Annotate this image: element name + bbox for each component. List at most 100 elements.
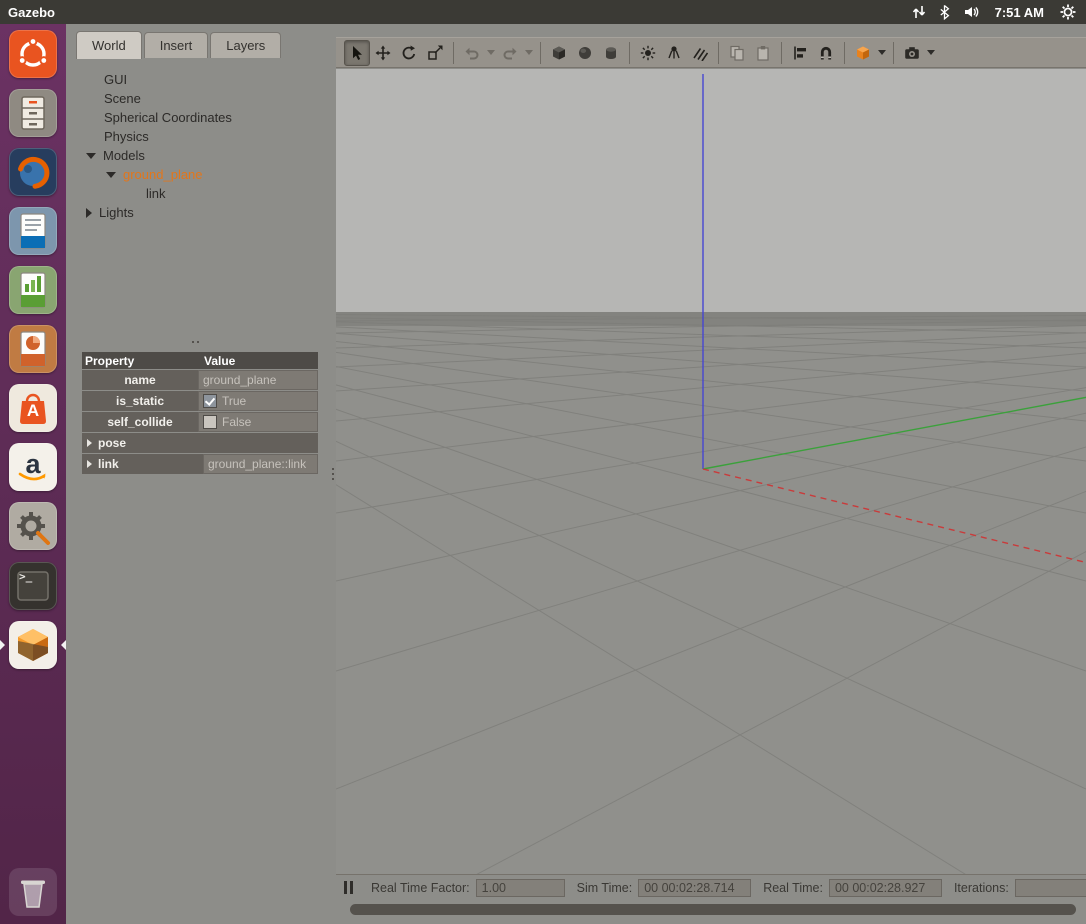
- expander-right-icon[interactable]: [87, 460, 92, 468]
- firefox-icon[interactable]: [9, 148, 57, 196]
- files-icon[interactable]: [9, 89, 57, 137]
- libreoffice-calc-icon[interactable]: [9, 266, 57, 314]
- value-text: False: [222, 415, 252, 429]
- horizontal-scrollbar[interactable]: [350, 904, 1080, 915]
- tab-layers[interactable]: Layers: [210, 32, 282, 58]
- spot-light-icon: [668, 45, 680, 58]
- terminal-icon[interactable]: >_: [9, 562, 57, 610]
- scale-tool-button[interactable]: [422, 40, 448, 66]
- session-gear-icon[interactable]: [1060, 4, 1076, 20]
- snap-magnet-icon: [820, 46, 832, 59]
- amazon-smile-icon: [18, 472, 46, 481]
- property-key: self_collide: [82, 412, 198, 432]
- network-updown-icon[interactable]: [911, 4, 927, 20]
- screenshot-caret[interactable]: [925, 40, 937, 66]
- property-group-pose[interactable]: pose: [82, 433, 318, 453]
- terminal-prompt: >_: [19, 570, 33, 583]
- libreoffice-writer-icon[interactable]: [9, 207, 57, 255]
- point-light-button[interactable]: [635, 40, 661, 66]
- gazebo-icon[interactable]: [9, 621, 57, 669]
- tree-item-physics[interactable]: Physics: [66, 127, 330, 146]
- tree-item-scene[interactable]: Scene: [66, 89, 330, 108]
- view-angle-caret[interactable]: [876, 40, 888, 66]
- real-time-factor-value: 1.00: [475, 878, 565, 897]
- spot-light-button[interactable]: [661, 40, 687, 66]
- paste-button[interactable]: [750, 40, 776, 66]
- redo-button[interactable]: [497, 40, 523, 66]
- ubuntu-dash-icon[interactable]: [9, 30, 57, 78]
- bluetooth-icon[interactable]: [937, 4, 953, 20]
- copy-button[interactable]: [724, 40, 750, 66]
- amazon-icon[interactable]: a: [9, 443, 57, 491]
- expander-down-icon[interactable]: [86, 152, 96, 159]
- gazebo-window: World Insert Layers GUI Scene Spherical …: [56, 24, 1086, 924]
- property-key-link[interactable]: link: [82, 454, 203, 474]
- tree-item-gui[interactable]: GUI: [66, 70, 330, 89]
- directional-light-button[interactable]: [687, 40, 713, 66]
- system-settings-icon[interactable]: [9, 502, 57, 550]
- rotate-tool-button[interactable]: [396, 40, 422, 66]
- splitter-grip[interactable]: [192, 341, 199, 343]
- volume-icon[interactable]: [963, 4, 979, 20]
- gazebo-cube-icon: [18, 629, 48, 661]
- tab-insert[interactable]: Insert: [143, 32, 209, 58]
- arrow-cursor-icon: [353, 45, 362, 60]
- select-tool-button[interactable]: [344, 39, 370, 66]
- libreoffice-impress-icon[interactable]: [9, 325, 57, 373]
- property-value-name[interactable]: ground_plane: [198, 370, 318, 390]
- tree-label: Spherical Coordinates: [104, 110, 232, 125]
- checkbox-unchecked[interactable]: [203, 415, 217, 429]
- sky: [336, 69, 1086, 312]
- tree-item-lights[interactable]: Lights: [66, 203, 330, 222]
- insert-sphere-button[interactable]: [572, 40, 598, 66]
- header-value: Value: [204, 353, 236, 368]
- tree-item-ground-plane[interactable]: ground_plane: [66, 165, 330, 184]
- toolbar-separator: [718, 41, 719, 64]
- view-angle-button[interactable]: [850, 40, 876, 66]
- tree-item-link[interactable]: link: [66, 184, 330, 203]
- property-row-pose[interactable]: pose: [82, 433, 318, 453]
- redo-history-caret[interactable]: [523, 40, 535, 66]
- property-value-link: ground_plane::link: [203, 454, 318, 474]
- undo-history-caret[interactable]: [485, 40, 497, 66]
- scale-box-arrow-icon: [428, 45, 443, 60]
- snap-button[interactable]: [813, 40, 839, 66]
- render-scene-3d[interactable]: [56, 69, 1086, 924]
- writer-document-icon: [20, 213, 46, 249]
- toolbar-separator: [844, 41, 845, 64]
- toolbar-separator: [453, 41, 454, 64]
- header-property: Property: [85, 353, 135, 368]
- file-cabinet-icon: [21, 96, 45, 130]
- property-row-link[interactable]: link ground_plane::link: [82, 454, 318, 474]
- pause-button[interactable]: [344, 878, 353, 898]
- ubuntu-software-icon[interactable]: A: [9, 384, 57, 432]
- impress-document-icon: [20, 331, 46, 367]
- expander-right-icon[interactable]: [86, 207, 92, 218]
- sphere-shape-icon: [579, 46, 591, 59]
- move-arrows-icon: [375, 45, 391, 60]
- ground-plane: [336, 326, 1086, 874]
- insert-box-button[interactable]: [546, 40, 572, 66]
- iterations-label: Iterations:: [953, 880, 1009, 895]
- tree-label: Physics: [104, 129, 149, 144]
- undo-button[interactable]: [459, 40, 485, 66]
- align-button[interactable]: [787, 40, 813, 66]
- checkbox-checked[interactable]: [203, 394, 217, 408]
- tree-item-models[interactable]: Models: [66, 146, 330, 165]
- translate-tool-button[interactable]: [370, 40, 396, 66]
- window-title: Gazebo: [8, 4, 55, 20]
- tree-label: Lights: [99, 205, 134, 220]
- expander-right-icon[interactable]: [87, 439, 92, 447]
- tree-label: Models: [103, 148, 145, 163]
- tree-item-spherical-coordinates[interactable]: Spherical Coordinates: [66, 108, 330, 127]
- splitter-handle-dots[interactable]: [332, 468, 334, 483]
- tab-world[interactable]: World: [76, 31, 142, 59]
- insert-cylinder-button[interactable]: [598, 40, 624, 66]
- camera-icon: [905, 46, 919, 59]
- property-row-is-static: is_static True: [82, 391, 318, 411]
- screenshot-button[interactable]: [899, 40, 925, 66]
- trash-icon[interactable]: [9, 868, 57, 916]
- scrollbar-thumb[interactable]: [350, 904, 1076, 915]
- clock[interactable]: 7:51 AM: [995, 5, 1044, 20]
- expander-down-icon[interactable]: [106, 171, 116, 178]
